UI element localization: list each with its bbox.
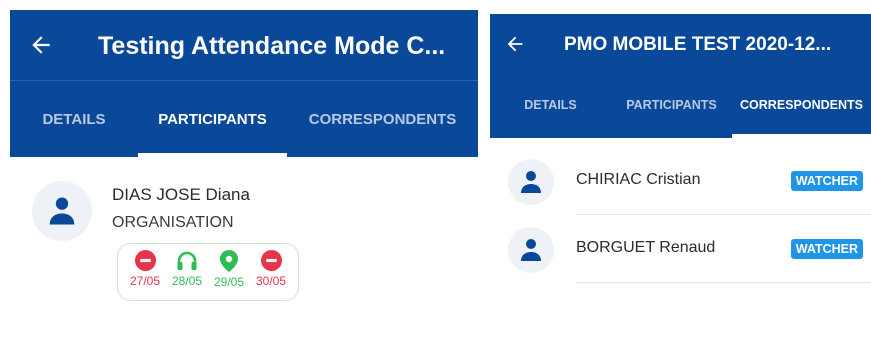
attendance-day: 28/05 bbox=[168, 250, 206, 300]
back-arrow-icon[interactable] bbox=[26, 30, 56, 60]
role-badge: WATCHER bbox=[790, 239, 863, 259]
person-icon bbox=[49, 197, 75, 225]
correspondent-name: CHIRIAC Cristian bbox=[576, 171, 701, 188]
active-tab-indicator bbox=[732, 134, 871, 138]
tab-correspondents[interactable]: CORRESPONDENTS bbox=[732, 72, 871, 138]
correspondent-name: BORGUET Renaud bbox=[576, 239, 716, 256]
attendance-date: 27/05 bbox=[129, 274, 161, 288]
correspondent-avatar bbox=[508, 159, 554, 205]
attendance-day: 30/05 bbox=[252, 250, 290, 300]
attendance-record[interactable]: 27/05 28/05 29/05 30/05 bbox=[117, 243, 299, 301]
attendance-day: 27/05 bbox=[126, 250, 164, 300]
location-pin-icon bbox=[220, 250, 238, 272]
tab-participants[interactable]: PARTICIPANTS bbox=[138, 81, 287, 157]
tab-bar: DETAILS PARTICIPANTS CORRESPONDENTS bbox=[490, 72, 871, 138]
participant-avatar bbox=[32, 181, 92, 241]
tab-participants[interactable]: PARTICIPANTS bbox=[611, 72, 732, 138]
attendance-date: 30/05 bbox=[255, 274, 287, 288]
page-title: PMO MOBILE TEST 2020-12... bbox=[564, 34, 832, 55]
page-title: Testing Attendance Mode C... bbox=[98, 32, 446, 60]
attendance-date: 29/05 bbox=[213, 275, 245, 289]
minus-circle-icon bbox=[260, 250, 282, 271]
correspondent-avatar bbox=[508, 227, 554, 273]
active-tab-indicator bbox=[138, 153, 287, 157]
tab-bar: DETAILS PARTICIPANTS CORRESPONDENTS bbox=[10, 81, 478, 157]
minus-circle-icon bbox=[134, 250, 156, 271]
participant-name: DIAS JOSE Diana bbox=[112, 185, 250, 204]
person-icon bbox=[521, 239, 541, 261]
tab-details[interactable]: DETAILS bbox=[490, 72, 611, 138]
attendance-day: 29/05 bbox=[210, 250, 248, 300]
role-badge: WATCHER bbox=[790, 171, 863, 191]
participant-organisation: ORGANISATION bbox=[112, 214, 234, 231]
tab-details[interactable]: DETAILS bbox=[10, 81, 138, 157]
tab-correspondents[interactable]: CORRESPONDENTS bbox=[287, 81, 478, 157]
list-item[interactable]: CHIRIAC Cristian WATCHER bbox=[508, 147, 871, 215]
attendance-date: 28/05 bbox=[171, 274, 203, 288]
event-correspondents-screen: PMO MOBILE TEST 2020-12... DETAILS PARTI… bbox=[490, 0, 871, 339]
app-bar: PMO MOBILE TEST 2020-12... DETAILS PARTI… bbox=[490, 14, 871, 138]
person-icon bbox=[521, 171, 541, 193]
back-arrow-icon[interactable] bbox=[502, 31, 528, 57]
event-participants-screen: Testing Attendance Mode C... DETAILS PAR… bbox=[10, 0, 478, 339]
row-divider bbox=[576, 282, 871, 283]
headphones-icon bbox=[177, 251, 197, 270]
app-bar: Testing Attendance Mode C... DETAILS PAR… bbox=[10, 10, 478, 157]
list-item[interactable]: BORGUET Renaud WATCHER bbox=[508, 215, 871, 283]
